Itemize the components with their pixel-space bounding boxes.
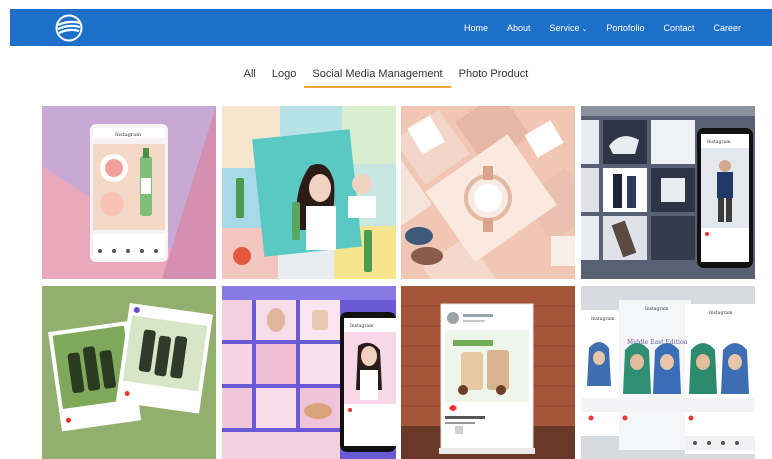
portfolio-item-soju-collage[interactable] [222,106,396,279]
company-logo[interactable] [55,14,83,42]
nav-career[interactable]: Career [704,23,772,33]
filter-photo-product[interactable]: Photo Product [451,68,537,88]
nav-about[interactable]: About [498,23,541,33]
bubble-tea-image [401,286,575,459]
svg-text:Instagram: Instagram [707,139,731,145]
svg-text:Instagram: Instagram [350,323,374,329]
portfolio-item-fashion-feed[interactable]: Instagram [581,106,755,279]
nav-service[interactable]: Service ⌄ [540,23,597,33]
portfolio-grid: Instagram Instagram Instagram Instagram … [42,106,755,459]
portfolio-item-bubble-tea-easel[interactable] [401,286,575,459]
portfolio-item-soju-instagram[interactable]: Instagram [42,106,216,279]
nav-home[interactable]: Home [454,23,497,33]
portfolio-item-purple-beauty-feed[interactable]: Instagram [222,286,396,459]
portfolio-filter-tabs: All Logo Social Media Management Photo P… [0,68,772,88]
chevron-down-icon: ⌄ [581,25,588,33]
portfolio-item-green-bottle-posts[interactable] [42,286,216,459]
svg-text:Instagram: Instagram [115,132,141,138]
portfolio-item-middle-east-edition[interactable]: Instagram Instagram Instagram Middle Eas… [581,286,755,459]
nav-contact[interactable]: Contact [654,23,704,33]
svg-text:Instagram: Instagram [645,306,669,312]
svg-text:Instagram: Instagram [591,316,615,322]
top-navbar: Home About Service ⌄ Portofolio Contact C… [10,9,772,46]
portfolio-item-watch-flatlay[interactable] [401,106,575,279]
middle-east-edition-image: Instagram Instagram Instagram Middle Eas… [581,286,755,459]
filter-logo[interactable]: Logo [264,68,304,88]
fashion-feed-image: Instagram [581,106,755,279]
svg-text:Instagram: Instagram [709,310,733,316]
filter-social-media-management[interactable]: Social Media Management [304,68,451,88]
nav-portofolio[interactable]: Portofolio [597,23,654,33]
green-bottle-image [42,286,216,459]
nav-service-label: Service [549,22,580,33]
nav-menu: Home About Service ⌄ Portofolio Contact C… [454,9,772,46]
filter-all[interactable]: All [236,68,264,88]
soju-collage-image [222,106,396,279]
purple-beauty-image: Instagram [222,286,396,459]
soju-instagram-image: Instagram [42,106,216,279]
watch-flatlay-image [401,106,575,279]
